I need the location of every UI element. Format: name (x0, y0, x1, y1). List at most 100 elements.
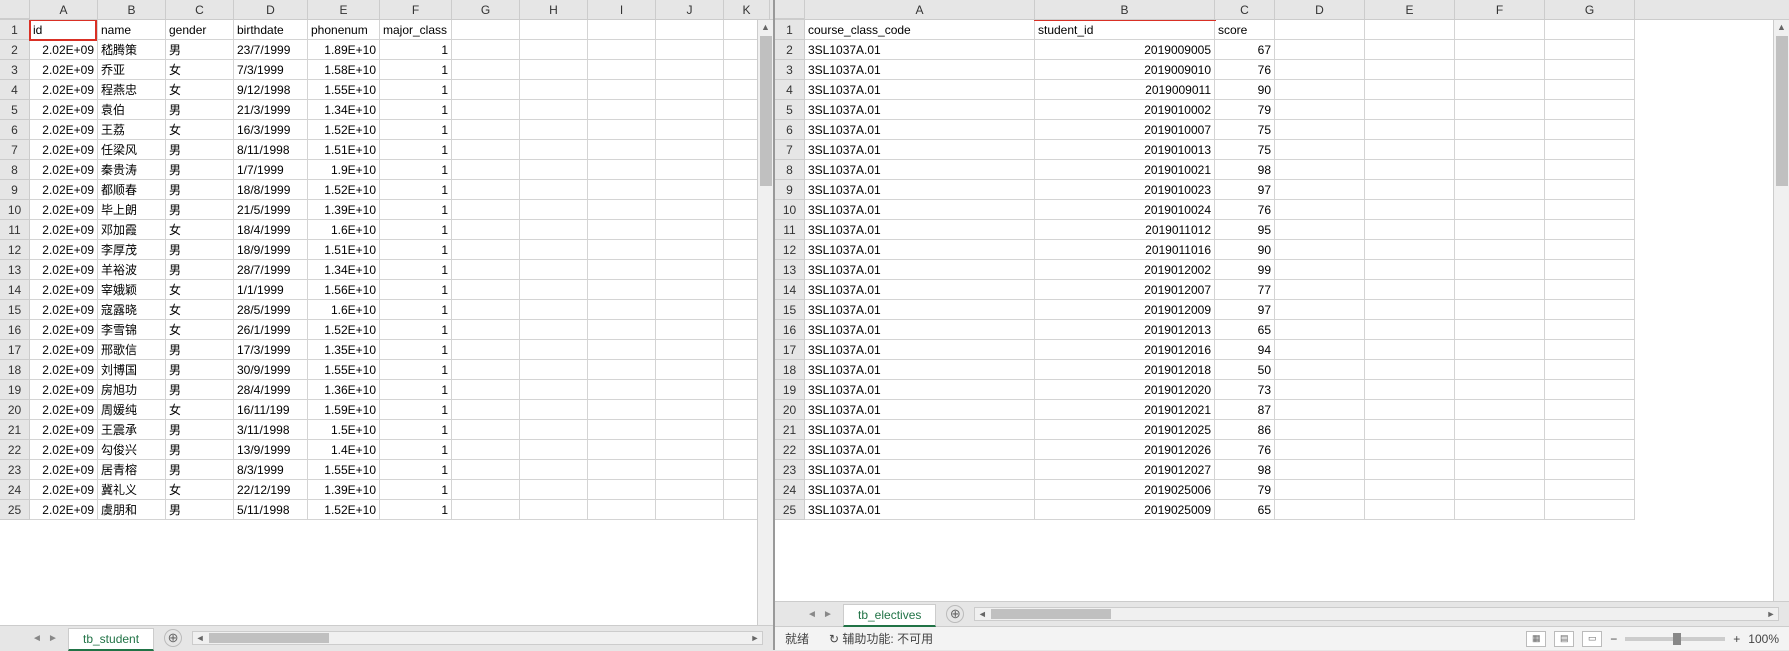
cell[interactable] (452, 280, 520, 300)
cell[interactable] (520, 420, 588, 440)
cell[interactable]: 98 (1215, 460, 1275, 480)
cell[interactable]: 男 (166, 460, 234, 480)
row-header[interactable]: 25 (775, 500, 804, 520)
cell[interactable]: 97 (1215, 300, 1275, 320)
cell[interactable] (656, 180, 724, 200)
cell[interactable] (1545, 140, 1635, 160)
cell[interactable] (1455, 100, 1545, 120)
tab-first-icon[interactable]: ◄ (805, 607, 819, 621)
cell[interactable] (656, 440, 724, 460)
cell[interactable]: 2019012016 (1035, 340, 1215, 360)
row-header[interactable]: 10 (775, 200, 804, 220)
row-header[interactable]: 24 (0, 480, 29, 500)
cell[interactable] (588, 460, 656, 480)
cell[interactable]: 3SL1037A.01 (805, 480, 1035, 500)
column-header-G[interactable]: G (452, 0, 520, 19)
scroll-right-icon[interactable]: ► (1764, 609, 1778, 619)
column-header-B[interactable]: B (1035, 0, 1215, 19)
right-cells[interactable]: course_class_codestudent_idscore3SL1037A… (805, 20, 1789, 520)
cell[interactable]: 3SL1037A.01 (805, 60, 1035, 80)
cell[interactable]: 1/1/1999 (234, 280, 308, 300)
cell[interactable]: 1.39E+10 (308, 200, 380, 220)
row-header[interactable]: 5 (0, 100, 29, 120)
column-header-C[interactable]: C (1215, 0, 1275, 19)
cell[interactable]: 2019012013 (1035, 320, 1215, 340)
row-header[interactable]: 5 (775, 100, 804, 120)
row-header[interactable]: 10 (0, 200, 29, 220)
cell[interactable] (1365, 500, 1455, 520)
row-header[interactable]: 25 (0, 500, 29, 520)
row-header[interactable]: 23 (0, 460, 29, 480)
cell[interactable]: 宰娥颖 (98, 280, 166, 300)
column-header-E[interactable]: E (308, 0, 380, 19)
cell[interactable] (1545, 200, 1635, 220)
cell[interactable] (452, 100, 520, 120)
cell[interactable]: 1.51E+10 (308, 140, 380, 160)
select-all-corner[interactable] (775, 0, 805, 19)
cell[interactable]: 1.35E+10 (308, 340, 380, 360)
cell[interactable] (1365, 460, 1455, 480)
cell[interactable]: 3SL1037A.01 (805, 460, 1035, 480)
row-header[interactable]: 3 (0, 60, 29, 80)
cell[interactable]: 3SL1037A.01 (805, 320, 1035, 340)
cell[interactable] (588, 340, 656, 360)
cell[interactable] (520, 360, 588, 380)
cell[interactable] (452, 40, 520, 60)
cell[interactable]: 王震承 (98, 420, 166, 440)
cell[interactable] (1275, 120, 1365, 140)
cell[interactable] (452, 320, 520, 340)
cell[interactable] (1545, 400, 1635, 420)
cell[interactable]: 1 (380, 440, 452, 460)
column-header-K[interactable]: K (724, 0, 770, 19)
cell[interactable]: 3SL1037A.01 (805, 140, 1035, 160)
cell[interactable] (1365, 240, 1455, 260)
cell[interactable]: 1.52E+10 (308, 120, 380, 140)
cell[interactable]: 1 (380, 180, 452, 200)
cell[interactable]: 女 (166, 320, 234, 340)
cell[interactable]: 3SL1037A.01 (805, 300, 1035, 320)
cell[interactable]: 2.02E+09 (30, 140, 98, 160)
cell[interactable]: 1.9E+10 (308, 160, 380, 180)
cell[interactable]: 1 (380, 380, 452, 400)
cell[interactable]: 3SL1037A.01 (805, 40, 1035, 60)
cell[interactable]: 1.5E+10 (308, 420, 380, 440)
cell[interactable] (588, 120, 656, 140)
cell[interactable] (1455, 440, 1545, 460)
cell[interactable]: 男 (166, 500, 234, 520)
cell[interactable]: 79 (1215, 100, 1275, 120)
cell[interactable] (1275, 60, 1365, 80)
cell[interactable]: 1.52E+10 (308, 180, 380, 200)
cell[interactable]: 刘博国 (98, 360, 166, 380)
cell[interactable]: 1 (380, 160, 452, 180)
cell[interactable]: 2019010007 (1035, 120, 1215, 140)
cell[interactable] (1545, 360, 1635, 380)
cell[interactable] (1455, 480, 1545, 500)
cell[interactable] (520, 220, 588, 240)
scroll-right-icon[interactable]: ► (748, 633, 762, 643)
cell[interactable]: 28/4/1999 (234, 380, 308, 400)
cell[interactable]: 3SL1037A.01 (805, 500, 1035, 520)
cell[interactable]: 2.02E+09 (30, 320, 98, 340)
row-header[interactable]: 7 (775, 140, 804, 160)
cell[interactable]: 男 (166, 440, 234, 460)
cell[interactable] (520, 280, 588, 300)
cell[interactable]: 2019012018 (1035, 360, 1215, 380)
cell[interactable]: 1/7/1999 (234, 160, 308, 180)
scroll-thumb[interactable] (1776, 36, 1788, 186)
cell[interactable] (588, 200, 656, 220)
cell[interactable] (588, 300, 656, 320)
cell[interactable]: 邓加霞 (98, 220, 166, 240)
cell[interactable]: 邢歌信 (98, 340, 166, 360)
cell[interactable] (452, 480, 520, 500)
cell[interactable] (1365, 360, 1455, 380)
row-header[interactable]: 3 (775, 60, 804, 80)
cell[interactable]: 30/9/1999 (234, 360, 308, 380)
cell[interactable]: 18/9/1999 (234, 240, 308, 260)
column-header-G[interactable]: G (1545, 0, 1635, 19)
cell[interactable]: 李雪锦 (98, 320, 166, 340)
row-header[interactable]: 19 (775, 380, 804, 400)
cell[interactable] (588, 100, 656, 120)
cell[interactable]: 3SL1037A.01 (805, 380, 1035, 400)
cell[interactable]: 任梁风 (98, 140, 166, 160)
add-sheet-button[interactable]: ⊕ (164, 629, 182, 647)
